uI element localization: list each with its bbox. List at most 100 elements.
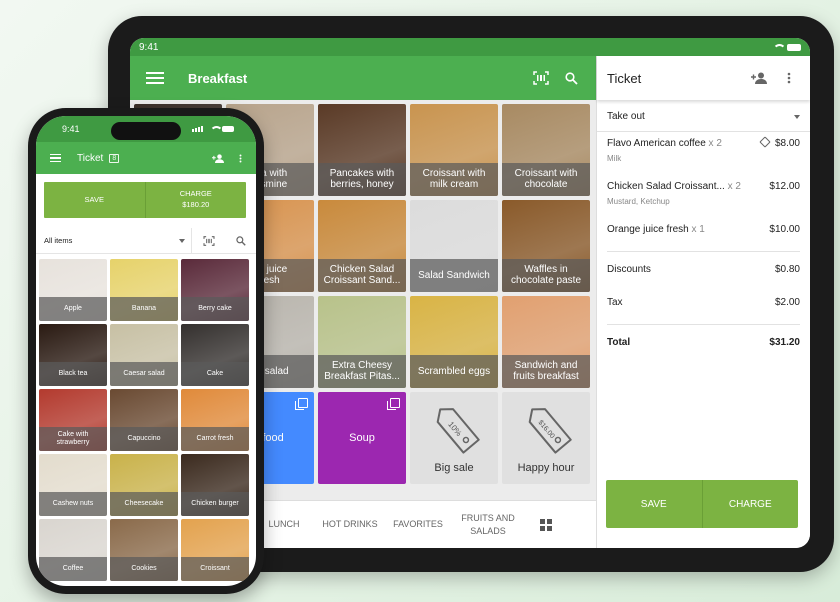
more-options-icon[interactable]	[774, 63, 804, 93]
line-item-name: Flavo American coffee	[607, 138, 706, 149]
menu-icon[interactable]	[146, 72, 164, 84]
line-item-price: $12.00	[769, 181, 800, 192]
charge-button[interactable]: CHARGE	[701, 480, 799, 528]
add-customer-icon[interactable]	[744, 63, 774, 93]
item-tile[interactable]: Capuccino	[110, 389, 178, 451]
category-tile-soup[interactable]: Soup	[318, 392, 406, 484]
tab-fruits-and-salads[interactable]: FRUITS AND SALADS	[458, 512, 518, 536]
item-tile[interactable]: Waffles in chocolate paste	[502, 200, 590, 292]
battery-icon	[787, 43, 801, 51]
item-tile[interactable]: Croissant	[181, 519, 249, 581]
item-label: Waffles in chocolate paste	[502, 258, 590, 292]
ticket-panel: Ticket Take out Flavo American coffee x …	[596, 56, 810, 548]
ticket-header: Ticket	[597, 56, 810, 100]
item-tile[interactable]: Cake	[181, 324, 249, 386]
tax-label: Tax	[607, 297, 623, 308]
item-tile[interactable]: Cake with strawberry	[39, 389, 107, 451]
item-label: Pancakes with berries, honey	[318, 162, 406, 196]
ticket-action-buttons: SAVE CHARGE $180.20	[44, 182, 246, 218]
charge-label: CHARGE	[179, 189, 212, 199]
item-tile[interactable]: Extra Cheesy Breakfast Pitas...	[318, 296, 406, 388]
tax-value: $2.00	[774, 297, 800, 308]
divider	[607, 324, 800, 325]
line-item-modifier: Mustard, Ketchup	[607, 197, 670, 206]
phone-app-bar: Ticket 8	[36, 142, 256, 174]
line-item-price: $8.00	[774, 138, 800, 149]
item-label: Croissant with milk cream	[410, 162, 498, 196]
ticket-line[interactable]: Chicken Salad Croissant... x 2 $12.00 Mu…	[597, 163, 810, 206]
dropdown-arrow-icon	[794, 114, 800, 119]
item-tile[interactable]: Salad Sandwich	[410, 200, 498, 292]
item-tile[interactable]: Caesar salad	[110, 324, 178, 386]
item-tile[interactable]: Berry cake	[181, 259, 249, 321]
category-label: Soup	[349, 432, 375, 444]
item-filter-bar: All items	[36, 228, 256, 254]
item-label: Cheesecake	[110, 492, 178, 516]
discount-label: Happy hour	[517, 462, 575, 474]
dining-option-value: Take out	[607, 111, 645, 122]
item-tile[interactable]: Pancakes with berries, honey	[318, 104, 406, 196]
item-tile[interactable]: Cashew nuts	[39, 454, 107, 516]
save-button[interactable]: SAVE	[606, 480, 702, 528]
page-title: Breakfast	[188, 70, 248, 86]
discount-tile-happy-hour[interactable]: $16.00 Happy hour	[502, 392, 590, 484]
wifi-icon	[210, 125, 223, 133]
grid-view-icon[interactable]	[518, 518, 574, 531]
item-category-value: All items	[44, 236, 73, 245]
item-label: Cake with strawberry	[39, 427, 107, 451]
line-item-qty: x 1	[691, 224, 705, 235]
status-time: 9:41	[62, 124, 80, 134]
line-item-name: Orange juice fresh	[607, 224, 689, 235]
item-tile[interactable]: Apple	[39, 259, 107, 321]
charge-amount: $180.20	[182, 200, 210, 209]
item-tile[interactable]: Carrot fresh	[181, 389, 249, 451]
tablet-app-bar: Breakfast	[130, 56, 596, 100]
item-tile[interactable]: Croissant with chocolate	[502, 104, 590, 196]
line-item-price: $10.00	[769, 224, 800, 235]
barcode-scan-icon[interactable]	[192, 226, 226, 256]
item-tile[interactable]: Sandwich and fruits breakfast	[502, 296, 590, 388]
item-tile[interactable]: Coffee	[39, 519, 107, 581]
more-options-icon[interactable]	[230, 143, 250, 173]
tab-hot-drinks[interactable]: HOT DRINKS	[322, 518, 378, 530]
item-label: Capuccino	[110, 427, 178, 451]
dining-option-select[interactable]: Take out	[597, 102, 810, 132]
discount-label: Big sale	[434, 462, 474, 474]
item-label: Berry cake	[181, 297, 249, 321]
line-item-qty: x 2	[708, 138, 722, 149]
item-tile[interactable]: Black tea	[39, 324, 107, 386]
discounts-row: Discounts $0.80	[597, 264, 810, 275]
item-tile[interactable]: Banana	[110, 259, 178, 321]
wifi-icon	[773, 43, 786, 51]
item-tile[interactable]: Cookies	[110, 519, 178, 581]
charge-button[interactable]: CHARGE $180.20	[144, 182, 247, 218]
search-icon[interactable]	[226, 226, 256, 256]
add-customer-icon[interactable]	[206, 143, 230, 173]
line-item-name: Chicken Salad Croissant...	[607, 181, 725, 192]
item-tile[interactable]: Scrambled eggs	[410, 296, 498, 388]
ticket-title: Ticket	[77, 152, 104, 164]
menu-icon[interactable]	[50, 153, 61, 163]
ticket-line[interactable]: Orange juice fresh x 1 $10.00	[597, 206, 810, 235]
ticket-title: Ticket	[607, 70, 642, 86]
total-row: Total $31.20	[597, 337, 810, 348]
item-category-select[interactable]: All items	[36, 228, 192, 253]
item-label: Black tea	[39, 362, 107, 386]
discounts-value: $0.80	[774, 264, 800, 275]
item-label: Croissant	[181, 557, 249, 581]
discount-tile-big-sale[interactable]: 10% Big sale	[410, 392, 498, 484]
search-icon[interactable]	[556, 63, 586, 93]
ticket-count-badge: 8	[109, 153, 120, 163]
item-tile[interactable]: Croissant with milk cream	[410, 104, 498, 196]
ticket-line[interactable]: Flavo American coffee x 2 $8.00 Milk	[597, 132, 810, 163]
price-tag-icon: 10%	[436, 408, 480, 454]
item-tile[interactable]: Chicken Salad Croissant Sand...	[318, 200, 406, 292]
save-button[interactable]: SAVE	[44, 182, 145, 218]
item-tile[interactable]: Chicken burger	[181, 454, 249, 516]
discounts-label: Discounts	[607, 264, 651, 275]
item-tile[interactable]: Cheesecake	[110, 454, 178, 516]
barcode-scan-icon[interactable]	[526, 63, 556, 93]
item-label: Scrambled eggs	[410, 354, 498, 388]
item-label: Chicken Salad Croissant Sand...	[318, 258, 406, 292]
tab-favorites[interactable]: FAVORITES	[378, 518, 458, 530]
